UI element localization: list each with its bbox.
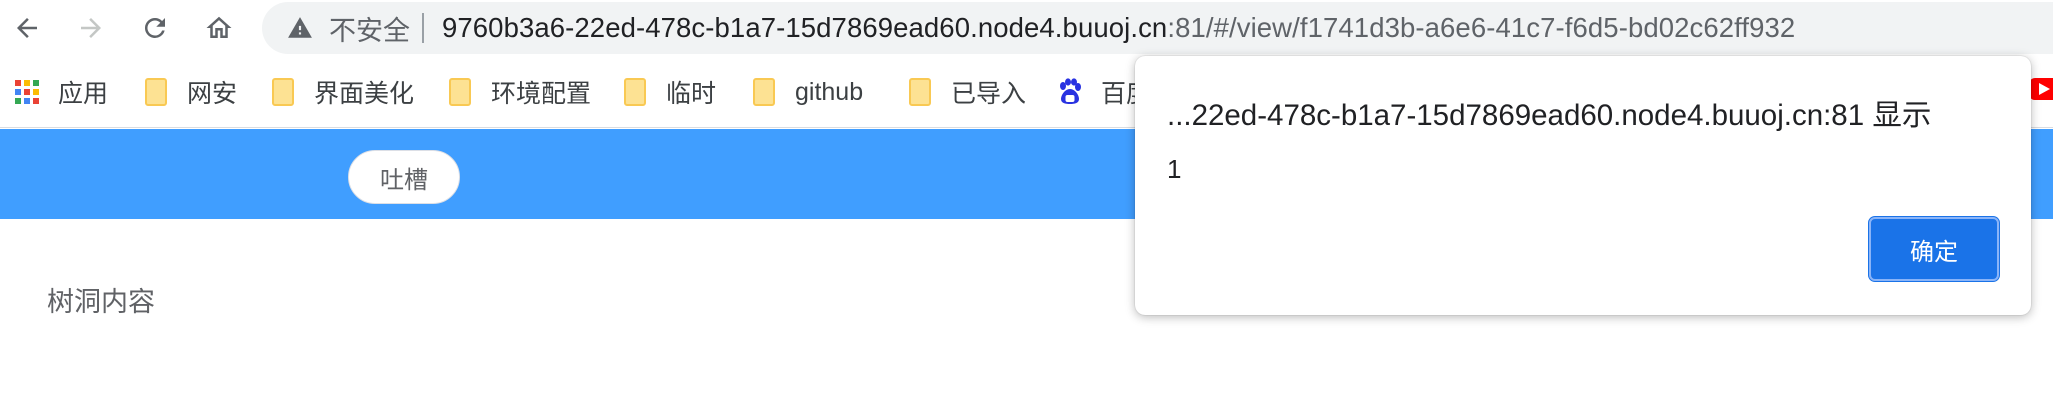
bookmark-folder-github[interactable]: github xyxy=(751,72,863,112)
youtube-icon[interactable] xyxy=(2029,78,2053,100)
warning-triangle-icon[interactable] xyxy=(287,15,313,41)
bookmark-label: 界面美化 xyxy=(314,80,415,108)
folder-icon xyxy=(270,77,296,107)
bookmark-label: 应用 xyxy=(58,80,109,108)
bookmark-apps[interactable]: 应用 xyxy=(14,72,108,112)
back-arrow-icon xyxy=(17,18,37,38)
back-button[interactable] xyxy=(3,4,51,52)
bookmark-folder-temp[interactable]: 临时 xyxy=(622,72,716,112)
home-button[interactable] xyxy=(195,4,243,52)
bookmark-label: 临时 xyxy=(666,80,717,108)
bookmark-folder-wangan[interactable]: 网安 xyxy=(143,72,237,112)
bookmark-label: github xyxy=(795,77,864,106)
folder-icon xyxy=(622,77,648,107)
bookmark-label: 已导入 xyxy=(951,80,1027,108)
folder-icon xyxy=(447,77,473,107)
home-icon xyxy=(206,16,232,38)
bookmark-folder-ui[interactable]: 界面美化 xyxy=(270,72,414,112)
url-path: :81/#/view/f1741d3b-a6e6-41c7-f6d5-bd02c… xyxy=(1167,12,1796,43)
security-status-label[interactable]: 不安全 xyxy=(329,9,410,48)
bookmark-folder-imported[interactable]: 已导入 xyxy=(907,72,1026,112)
folder-icon xyxy=(143,77,169,107)
ok-button[interactable]: 确定 xyxy=(1869,217,1999,281)
folder-icon xyxy=(907,77,933,107)
browser-toolbar: 不安全 9760b3a6-22ed-478c-b1a7-15d7869ead60… xyxy=(0,0,2053,58)
folder-icon xyxy=(751,77,777,107)
reload-button[interactable] xyxy=(131,4,179,52)
apps-grid-icon xyxy=(14,77,40,107)
treehole-content: 树洞内容 xyxy=(47,287,155,317)
dialog-message: 1 xyxy=(1167,154,1182,184)
dialog-title: ...22ed-478c-b1a7-15d7869ead60.node4.buu… xyxy=(1167,99,1932,132)
url-text[interactable]: 9760b3a6-22ed-478c-b1a7-15d7869ead60.nod… xyxy=(442,12,1795,44)
address-bar[interactable]: 不安全 9760b3a6-22ed-478c-b1a7-15d7869ead60… xyxy=(262,2,2053,54)
reload-icon xyxy=(144,17,165,38)
bookmark-label: 环境配置 xyxy=(491,80,592,108)
bookmark-label: 网安 xyxy=(187,80,238,108)
omnibox-divider xyxy=(422,13,424,43)
alert-dialog: ...22ed-478c-b1a7-15d7869ead60.node4.buu… xyxy=(1135,56,2031,315)
baidu-paw-icon xyxy=(1057,77,1083,107)
forward-arrow-icon xyxy=(81,18,101,38)
tucao-button[interactable]: 吐槽 xyxy=(348,150,460,204)
url-host: 9760b3a6-22ed-478c-b1a7-15d7869ead60.nod… xyxy=(442,12,1168,43)
bookmark-folder-env[interactable]: 环境配置 xyxy=(447,72,591,112)
forward-button[interactable] xyxy=(67,4,115,52)
